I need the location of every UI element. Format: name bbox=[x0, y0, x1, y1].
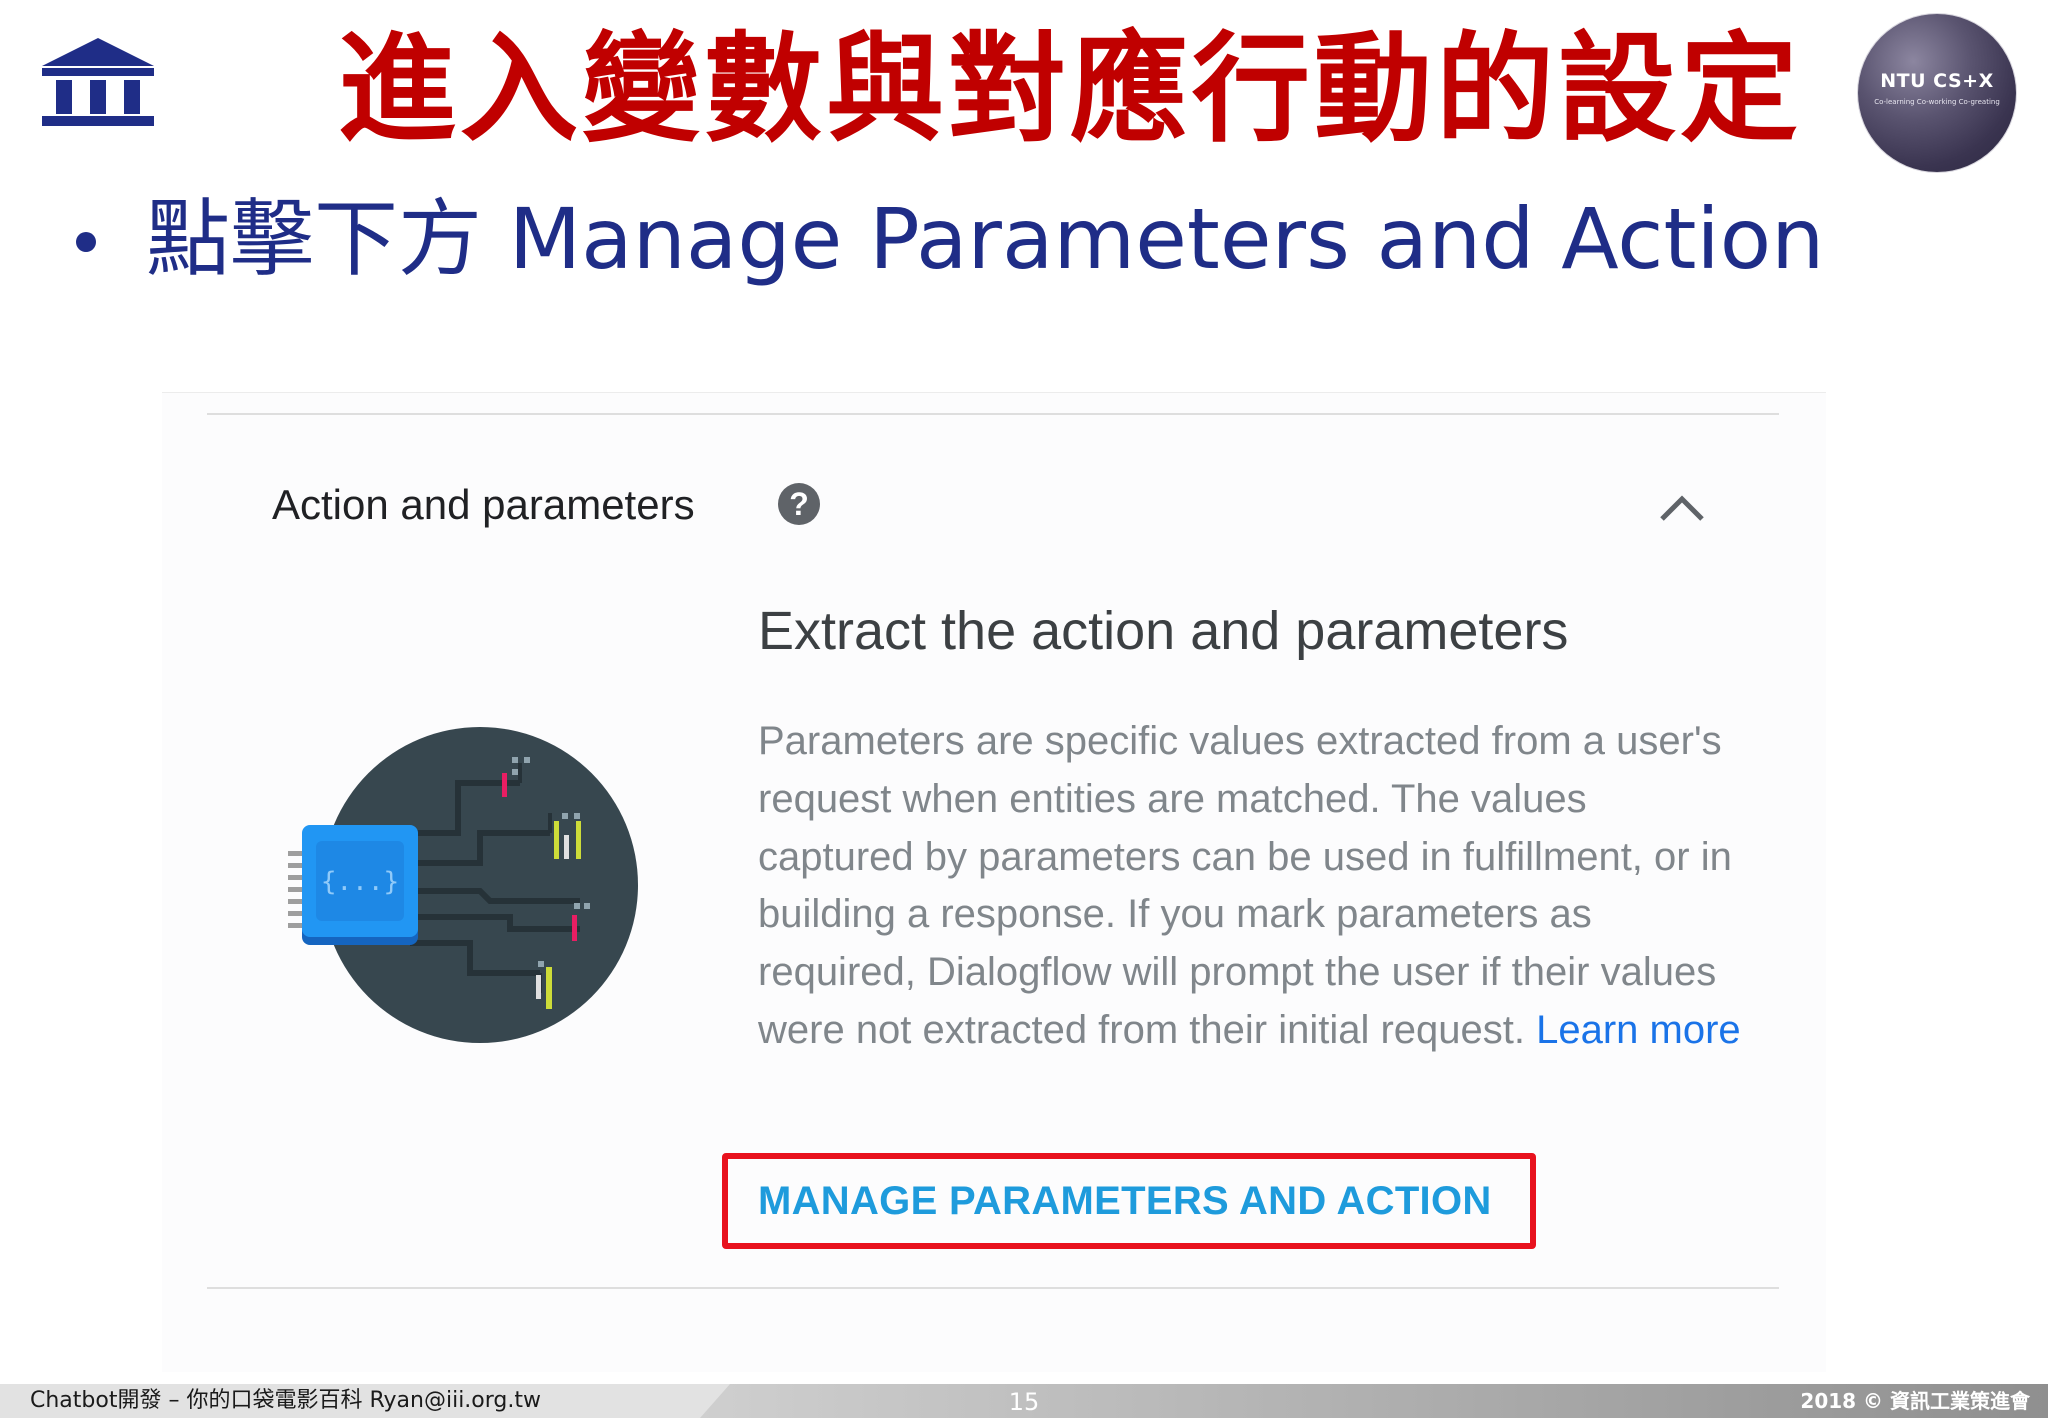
section-title[interactable]: Action and parameters bbox=[272, 475, 695, 535]
page-number: 15 bbox=[1008, 1388, 1040, 1416]
slide-title: 進入變數與對應行動的設定 bbox=[337, 20, 1802, 158]
footer-copyright: 2018 © 資訊工業策進會 bbox=[1800, 1389, 2030, 1413]
slide-footer: Chatbot開發 – 你的口袋電影百科 Ryan@iii.org.tw 15 … bbox=[0, 1384, 2048, 1418]
ntu-csx-logo: NTU CS+X Co-learning Co-working Co-great… bbox=[1858, 14, 2016, 172]
divider bbox=[207, 1287, 1779, 1289]
footer-credit: Chatbot開發 – 你的口袋電影百科 Ryan@iii.org.tw bbox=[30, 1388, 541, 1413]
bullet-dot bbox=[76, 232, 96, 252]
chevron-up-icon[interactable] bbox=[1658, 493, 1706, 523]
logo-title: NTU CS+X bbox=[1880, 70, 1994, 92]
manage-parameters-button[interactable]: MANAGE PARAMETERS AND ACTION bbox=[722, 1153, 1536, 1249]
institute-building-icon bbox=[42, 38, 154, 126]
description-text: Parameters are specific values extracted… bbox=[758, 713, 1748, 1060]
bullet-text: 點擊下方 Manage Parameters and Action bbox=[146, 190, 1825, 288]
description-body: Parameters are specific values extracted… bbox=[758, 719, 1732, 1052]
circuit-chip-illustration: {...} bbox=[288, 727, 638, 1043]
extract-heading: Extract the action and parameters bbox=[758, 601, 1569, 661]
chip-label: {...} bbox=[321, 867, 399, 897]
logo-subtitle: Co-learning Co-working Co-greating bbox=[1874, 98, 2000, 106]
learn-more-link[interactable]: Learn more bbox=[1536, 1008, 1741, 1052]
dialogflow-panel: Action and parameters ? {...} Extract th… bbox=[162, 392, 1826, 1372]
help-circle-icon[interactable]: ? bbox=[778, 483, 820, 525]
divider bbox=[207, 413, 1779, 415]
